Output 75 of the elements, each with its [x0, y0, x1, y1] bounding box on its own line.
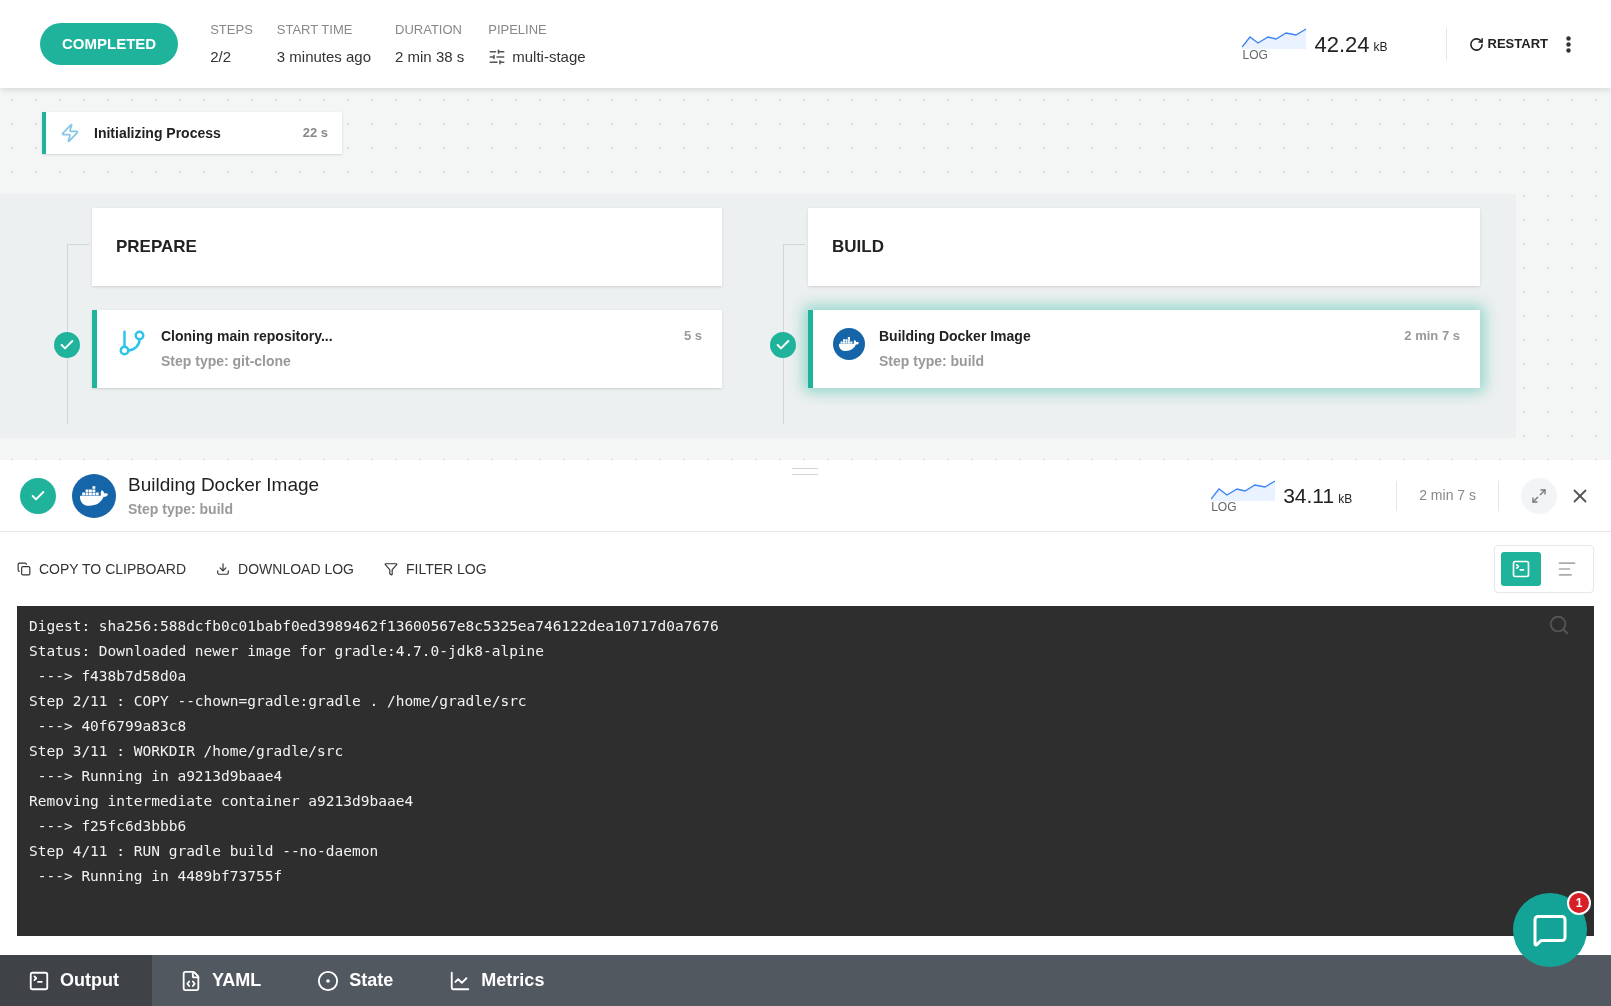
search-icon[interactable] [1548, 614, 1570, 636]
whale-icon [833, 328, 865, 360]
step-duration: 5 s [683, 327, 702, 345]
tab[interactable]: Output [0, 955, 152, 1006]
restart-icon [1468, 36, 1484, 52]
log-action-button[interactable]: COPY TO CLIPBOARD [17, 558, 187, 580]
log-sparkline [1211, 478, 1276, 501]
step-card[interactable]: Building Docker Image Step type: build 2 min 7 s [808, 310, 1480, 388]
step-type: Step type: build [879, 352, 985, 371]
branch-icon [117, 328, 147, 358]
stat-value: 3 minutes ago [276, 46, 372, 67]
stat-value: 2 min 38 s [395, 46, 465, 67]
stage-title: BUILD [832, 236, 884, 259]
stat-label: STEPS [210, 21, 253, 39]
log-line: ---> Running in 4489bf73755f [36, 867, 283, 886]
file-code-icon [180, 969, 202, 992]
text-lines-icon [1557, 559, 1577, 579]
tab[interactable]: YAML [152, 955, 290, 1006]
stat-value: multi-stage [512, 46, 586, 67]
log-size: 34.11 [1283, 482, 1335, 509]
line-chart-icon [449, 969, 472, 992]
log-sparkline [1242, 27, 1307, 49]
lightning-icon [60, 123, 80, 143]
view-button[interactable] [1501, 552, 1541, 586]
init-title: Initializing Process [94, 123, 221, 143]
details-title: Building Docker Image [128, 472, 320, 497]
log-size: 42.24 [1314, 30, 1370, 59]
more-button[interactable] [1566, 35, 1571, 53]
step-card[interactable]: Cloning main repository... Step type: git-clone 5 s [92, 310, 722, 388]
log-line: Status: Downloaded newer image for gradle:4.7.0-jdk8-alpine [29, 642, 545, 661]
init-card[interactable]: Initializing Process 22 s [42, 112, 342, 154]
tab[interactable]: State [289, 955, 422, 1006]
stat-label: PIPELINE [488, 21, 548, 39]
step-title: Building Docker Image [879, 327, 1031, 346]
log-unit: kB [1373, 39, 1388, 56]
stat-label: DURATION [395, 21, 463, 39]
more-icon [1566, 35, 1571, 53]
copy-icon [17, 562, 31, 576]
details-duration: 2 min 7 s [1419, 486, 1476, 505]
tab[interactable]: Metrics [421, 955, 573, 1006]
terminal-icon [1511, 559, 1531, 579]
log-line: ---> f438b7d58d0a [36, 667, 187, 686]
stat-value: 2/2 [210, 46, 232, 67]
chat-icon [1532, 912, 1568, 948]
log-line: ---> Running in a9213d9baae4 [36, 767, 283, 786]
download-icon [216, 562, 231, 576]
step-type: Step type: git-clone [161, 352, 292, 371]
restart-button[interactable]: RESTART [1468, 34, 1548, 54]
filter-icon [383, 562, 398, 576]
log-line: ---> 40f6799a83c8 [36, 717, 187, 736]
terminal-icon [28, 969, 50, 992]
target-icon [317, 969, 340, 992]
log-line: Step 3/11 : WORKDIR /home/gradle/src [29, 742, 344, 761]
drag-handle-icon[interactable] [792, 468, 818, 475]
step-duration: 2 min 7 s [1404, 327, 1460, 345]
log-action-button[interactable]: FILTER LOG [383, 558, 487, 580]
log-label: LOG [1211, 500, 1238, 513]
whale-icon [72, 473, 116, 518]
stat-label: START TIME [276, 21, 354, 39]
log-line: Step 2/11 : COPY --chown=gradle:gradle . /home/gradle/src [29, 692, 527, 711]
log-action-button[interactable]: DOWNLOAD LOG [216, 558, 354, 580]
step-title: Cloning main repository... [161, 327, 333, 346]
log-line: ---> f25fc6d3bbb6 [36, 817, 187, 836]
log-line: Step 4/11 : RUN gradle build --no-daemon [29, 842, 379, 861]
status-badge: COMPLETED [40, 22, 179, 66]
sliders-icon [488, 47, 507, 66]
log-line: Removing intermediate container a9213d9baae4 [29, 792, 414, 811]
log-line: Digest: sha256:588dcfb0c01babf0ed3989462f13600567e8c5325ea746122dea10717d0a7676 [29, 617, 719, 636]
log-label: LOG [1242, 49, 1269, 61]
log-unit: kB [1338, 490, 1353, 508]
details-subtitle: Step type: build [128, 500, 234, 520]
expand-icon [1531, 487, 1547, 504]
stage-title: PREPARE [116, 236, 197, 259]
init-duration: 22 s [302, 124, 328, 143]
expand-button[interactable] [1521, 477, 1557, 514]
